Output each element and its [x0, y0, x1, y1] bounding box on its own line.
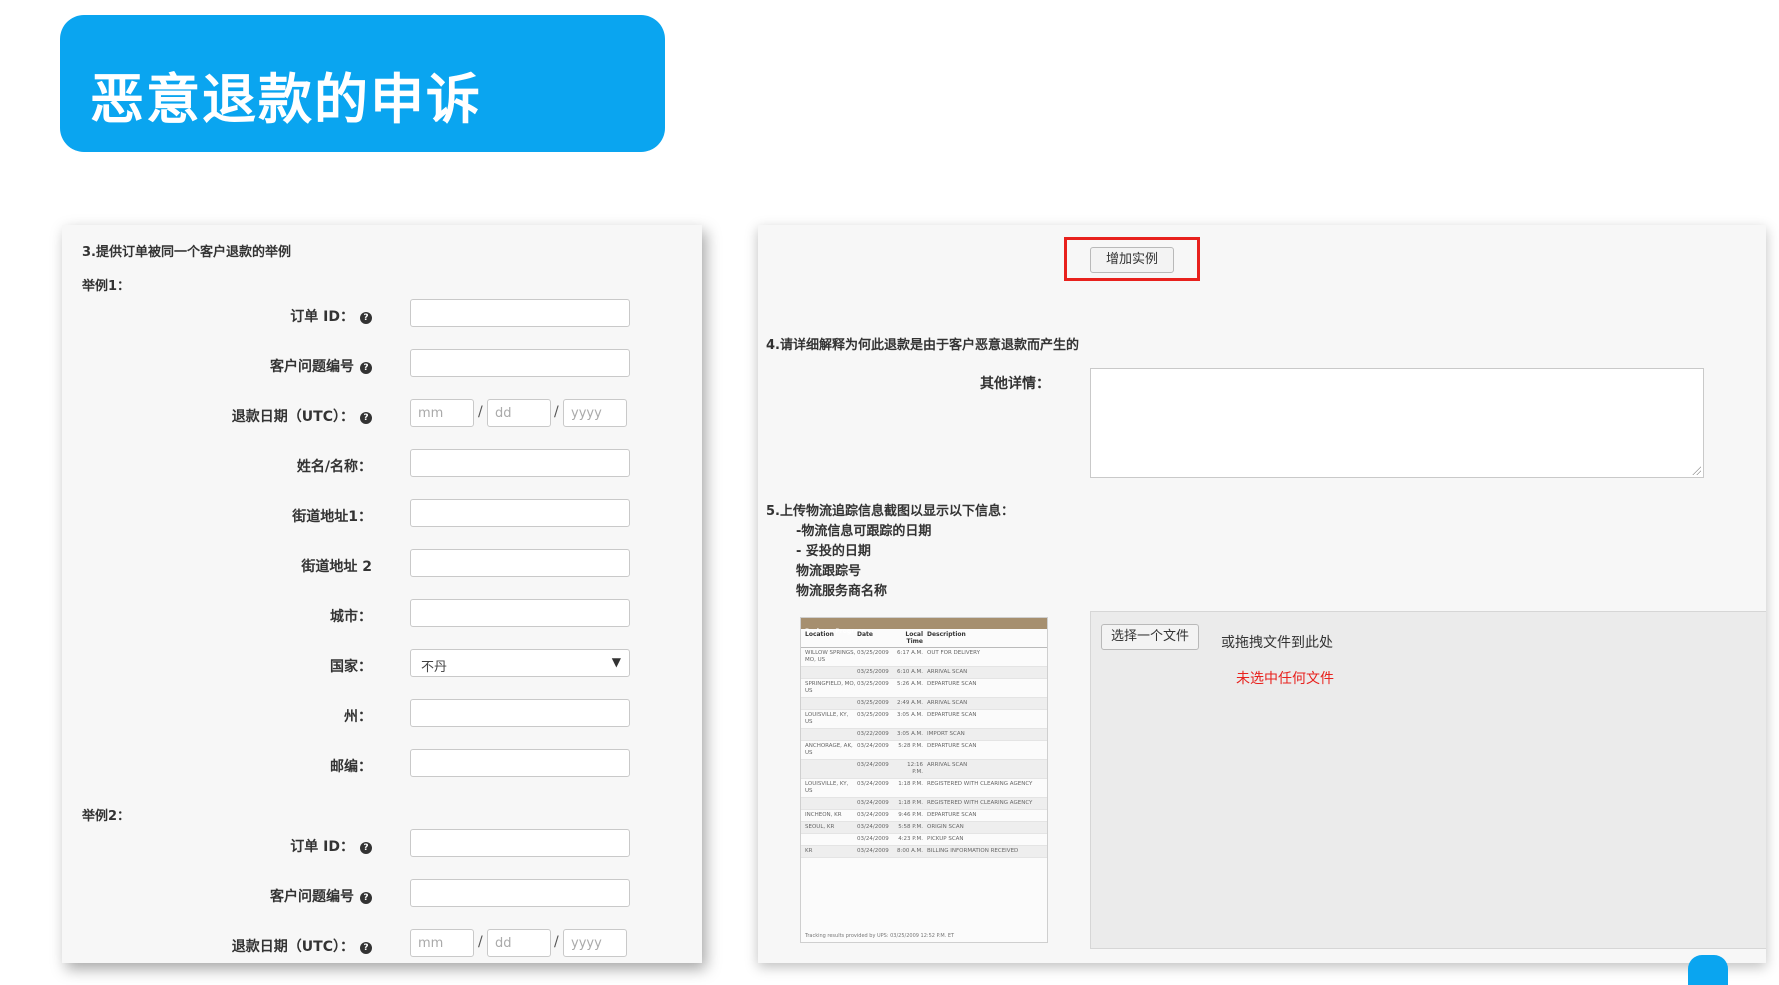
choose-file-button[interactable]: 选择一个文件	[1101, 624, 1199, 650]
refund-examples-form: 3.提供订单被同一个客户退款的举例 举例1： 订单 ID：? 客户问题编号? 退…	[62, 225, 702, 963]
street2-input[interactable]	[410, 549, 630, 577]
date-separator: /	[554, 934, 559, 950]
requirement-item: 物流服务商名称	[796, 584, 888, 599]
tracking-row: KR 03/24/2009 8:00 A.M. BILLING INFORMATION…	[801, 846, 1047, 858]
tracking-row: ANCHORAGE, AK, US 03/24/2009 5:28 P.M. DEPA…	[801, 741, 1047, 760]
help-icon[interactable]: ?	[360, 312, 372, 324]
order-id-label: 订单 ID：?	[62, 306, 372, 326]
add-example-button[interactable]: 增加实例	[1090, 247, 1174, 273]
date-separator: /	[478, 934, 483, 950]
tracking-column-headers: Location Date Local Time Description	[801, 629, 1047, 648]
other-details-textarea[interactable]	[1090, 368, 1704, 478]
state-label: 州：	[344, 709, 372, 725]
drop-hint-text: 或拖拽文件到此处	[1221, 635, 1333, 651]
help-icon[interactable]: ?	[360, 842, 372, 854]
no-file-selected-text: 未选中任何文件	[1236, 671, 1334, 687]
file-drop-zone[interactable]: 选择一个文件 或拖拽文件到此处 未选中任何文件	[1090, 611, 1766, 949]
date-separator: /	[478, 404, 483, 420]
refund-month-input-2[interactable]: mm	[410, 929, 474, 957]
name-label: 姓名/名称：	[296, 459, 372, 475]
country-label: 国家：	[330, 659, 372, 675]
example-1-label: 举例1：	[82, 279, 131, 294]
name-input[interactable]	[410, 449, 630, 477]
help-icon[interactable]: ?	[360, 892, 372, 904]
refund-month-input[interactable]: mm	[410, 399, 474, 427]
requirement-item: - 妥投的日期	[796, 544, 871, 559]
city-input[interactable]	[410, 599, 630, 627]
tracking-footer: Tracking results provided by UPS: 03/25/…	[805, 933, 955, 939]
refund-date-label: 退款日期（UTC）：?	[62, 936, 372, 956]
order-id-input[interactable]	[410, 299, 630, 327]
slide-title-banner: 恶意退款的申诉	[60, 15, 665, 152]
tracking-row: 03/24/2009 4:23 P.M. PICKUP SCAN	[801, 834, 1047, 846]
tracking-row: SPRINGFIELD, MO, US 03/25/2009 5:26 A.M. DE…	[801, 679, 1047, 698]
requirement-item: 物流跟踪号	[796, 564, 862, 579]
country-select[interactable]: 不丹 ▼	[410, 649, 630, 677]
tracking-row: 03/25/2009 2:49 A.M. ARRIVAL SCAN	[801, 698, 1047, 710]
refund-explanation-form: 增加实例 4.请详细解释为何此退款是由于客户恶意退款而产生的 其他详情： 5.上…	[758, 225, 1766, 963]
zip-label: 邮编：	[330, 759, 372, 775]
help-icon[interactable]: ?	[360, 362, 372, 374]
street1-input[interactable]	[410, 499, 630, 527]
tracking-row: LOUISVILLE, KY, US 03/25/2009 3:05 A.M. DEP…	[801, 710, 1047, 729]
requirement-item: -物流信息可跟踪的日期	[796, 524, 932, 539]
tracking-row: 03/22/2009 3:05 A.M. IMPORT SCAN	[801, 729, 1047, 741]
date-separator: /	[554, 404, 559, 420]
help-icon[interactable]: ?	[360, 942, 372, 954]
logo-mark	[1688, 955, 1728, 985]
tracking-row: SEOUL, KR 03/24/2009 5:58 P.M. ORIGIN SCAN	[801, 822, 1047, 834]
section-3-title: 3.提供订单被同一个客户退款的举例	[82, 245, 291, 260]
street1-label: 街道地址1：	[292, 509, 372, 525]
other-details-label: 其他详情：	[980, 376, 1050, 392]
refund-day-input-2[interactable]: dd	[487, 929, 551, 957]
tracking-row: INCHEON, KR 03/24/2009 9:46 P.M. DEPARTURE …	[801, 810, 1047, 822]
issue-number-label: 客户问题编号?	[62, 356, 372, 376]
state-input[interactable]	[410, 699, 630, 727]
tracking-row: LOUISVILLE, KY, US 03/24/2009 1:18 P.M. REG…	[801, 779, 1047, 798]
issue-number-input-2[interactable]	[410, 879, 630, 907]
refund-year-input-2[interactable]: yyyy	[563, 929, 627, 957]
issue-number-input[interactable]	[410, 349, 630, 377]
chevron-down-icon: ▼	[611, 655, 621, 669]
tracking-row: 03/24/2009 1:18 P.M. REGISTERED WITH CLEAR…	[801, 798, 1047, 810]
zip-input[interactable]	[410, 749, 630, 777]
section-4-title: 4.请详细解释为何此退款是由于客户恶意退款而产生的	[766, 338, 1079, 353]
help-icon[interactable]: ?	[360, 412, 372, 424]
issue-number-label: 客户问题编号?	[62, 886, 372, 906]
country-select-value: 不丹	[421, 660, 448, 675]
refund-date-label: 退款日期（UTC）：?	[62, 406, 372, 426]
tracking-row: 03/24/2009 12:16 P.M. ARRIVAL SCAN	[801, 760, 1047, 779]
city-label: 城市：	[330, 609, 372, 625]
order-id-label: 订单 ID：?	[62, 836, 372, 856]
tracking-screenshot: Package Progress Location Date Local Tim…	[800, 617, 1048, 943]
tracking-row: WILLOW SPRINGS, MO, US 03/25/2009 6:17 A.M…	[801, 648, 1047, 667]
example-2-label: 举例2：	[82, 809, 131, 824]
tracking-header: Package Progress	[801, 618, 1047, 635]
street2-label: 街道地址 2	[301, 559, 372, 575]
refund-day-input[interactable]: dd	[487, 399, 551, 427]
slide-title: 恶意退款的申诉	[90, 68, 482, 131]
order-id-input-2[interactable]	[410, 829, 630, 857]
section-5-title: 5.上传物流追踪信息截图以显示以下信息：	[766, 504, 1014, 519]
resize-grip-icon[interactable]	[1691, 465, 1701, 475]
tracking-row: 03/25/2009 6:10 A.M. ARRIVAL SCAN	[801, 667, 1047, 679]
tracking-rows: WILLOW SPRINGS, MO, US 03/25/2009 6:17 A.M…	[801, 648, 1047, 858]
refund-year-input[interactable]: yyyy	[563, 399, 627, 427]
